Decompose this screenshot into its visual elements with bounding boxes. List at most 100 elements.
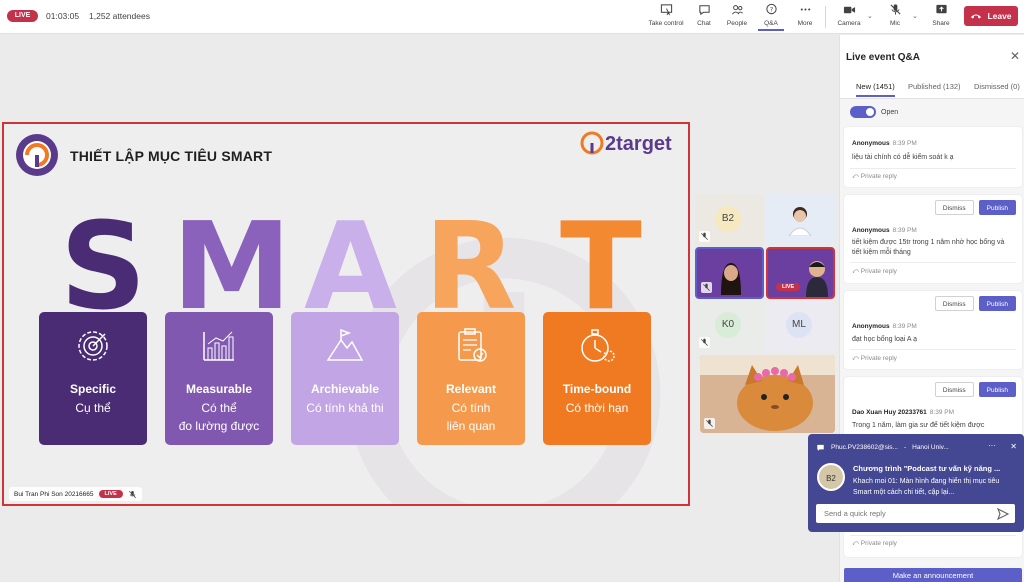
- participant-tile[interactable]: [700, 355, 835, 433]
- participant-tile[interactable]: K0: [695, 300, 764, 352]
- question-card: Dismiss Publish Anonymous 8:39 PM đạt học…: [844, 291, 1022, 369]
- dismiss-button[interactable]: Dismiss: [934, 296, 974, 311]
- qa-button[interactable]: ? Q&A: [758, 3, 784, 31]
- participant-tile[interactable]: ML: [766, 300, 835, 352]
- avatar: B2: [715, 206, 741, 232]
- publish-button[interactable]: Publish: [978, 200, 1016, 215]
- question-card: Anonymous 8:39 PM liệu tài chính có dễ ki…: [844, 127, 1022, 187]
- slide-title: THIẾT LẬP MỤC TIÊU SMART: [70, 148, 273, 164]
- phone-hangup-icon: [971, 14, 982, 19]
- toast-title: Chương trình "Podcast tư vấn kỹ năng ...: [853, 464, 1001, 473]
- shared-slide: THIẾT LẬP MỤC TIÊU SMART 2target S M A R…: [2, 122, 690, 506]
- share-button[interactable]: Share: [929, 3, 953, 31]
- tab-new[interactable]: New (1451): [856, 82, 895, 97]
- share-icon: [929, 3, 953, 18]
- mic-off-icon: [699, 337, 710, 348]
- quick-reply-input[interactable]: [816, 504, 1015, 523]
- question-card: Dismiss Publish Anonymous 8:39 PM tiết ki…: [844, 195, 1022, 283]
- people-button[interactable]: People: [725, 3, 749, 31]
- private-reply-link[interactable]: ⤺ Private reply: [852, 540, 897, 548]
- teams-chat-icon: [817, 444, 824, 451]
- dismiss-button[interactable]: Dismiss: [934, 200, 974, 215]
- mic-off-icon: [884, 3, 906, 18]
- toast-header: Phuc.PV238602@sis... - Hanoi Univ...: [816, 443, 949, 452]
- smart-card-relevant: Relevant Có tính liên quan: [417, 312, 525, 445]
- dismiss-button[interactable]: Dismiss: [934, 382, 974, 397]
- avatar: K0: [715, 312, 741, 338]
- letter-t: T: [560, 198, 642, 337]
- smart-card-specific: Specific Cụ thể: [39, 312, 147, 445]
- qa-title: Live event Q&A: [846, 52, 920, 63]
- presenter-name-tag: Bui Tran Phi Son 20216665 LIVE: [9, 487, 142, 501]
- publish-button[interactable]: Publish: [978, 382, 1016, 397]
- close-icon[interactable]: ✕: [1010, 49, 1020, 63]
- qa-tabs: New (1451) Published (132) Dismissed (0): [840, 77, 1024, 99]
- private-reply-link[interactable]: ⤺ Private reply: [852, 355, 897, 363]
- private-reply-link[interactable]: ⤺ Private reply: [852, 173, 897, 181]
- tab-dismissed[interactable]: Dismissed (0): [974, 82, 1020, 91]
- more-button[interactable]: More: [793, 3, 817, 31]
- qa-open-toggle-row: Open: [850, 106, 898, 118]
- send-icon[interactable]: [996, 507, 1010, 521]
- camera-button[interactable]: Camera: [835, 3, 863, 31]
- live-badge: LIVE: [7, 10, 38, 22]
- close-icon[interactable]: ✕: [1010, 442, 1017, 451]
- make-announcement-button[interactable]: Make an announcement: [844, 568, 1022, 582]
- mic-off-icon: [128, 490, 136, 498]
- avatar: ML: [786, 312, 812, 338]
- 2target-brand-logo: 2target: [580, 131, 672, 155]
- toast-location: Hanoi Univ...: [912, 444, 949, 451]
- mic-off-icon: [704, 418, 715, 429]
- letter-m: M: [172, 198, 292, 337]
- camera-icon: [835, 3, 863, 18]
- participant-tile[interactable]: [695, 247, 764, 299]
- more-icon: [793, 3, 817, 18]
- avatar: B2: [817, 463, 845, 491]
- mic-off-icon: [699, 231, 710, 242]
- presenter-name: Bui Tran Phi Son 20216665: [14, 490, 94, 498]
- cat-camera-image: [700, 355, 835, 433]
- people-icon: [725, 3, 749, 18]
- leave-button[interactable]: Leave: [964, 6, 1018, 26]
- mic-off-icon: [701, 282, 712, 293]
- letter-a: A: [304, 198, 397, 337]
- question-author: Anonymous 8:39 PM: [852, 323, 917, 330]
- tab-published[interactable]: Published (132): [908, 82, 961, 91]
- private-reply-link[interactable]: ⤺ Private reply: [852, 268, 897, 276]
- camera-options-chevron-icon[interactable]: ⌄: [867, 12, 873, 20]
- question-author: Dao Xuan Huy 20233761 8:39 PM: [852, 409, 955, 416]
- participant-tile[interactable]: LIVE: [766, 247, 835, 299]
- participant-photo: [788, 207, 812, 236]
- smart-card-archievable: Archievable Có tính khả thi: [291, 312, 399, 445]
- meeting-timer: 01:03:05: [46, 11, 80, 21]
- qa-header: Live event Q&A ✕: [840, 35, 1024, 77]
- toast-sender: Phuc.PV238602@sis...: [831, 444, 898, 451]
- take-control-button[interactable]: Take control: [648, 3, 684, 31]
- question-text: Trong 1 năm, làm gia sư để tiết kiệm đượ…: [852, 422, 985, 429]
- smart-card-time-bound: Time-bound Có thời hạn: [543, 312, 651, 445]
- question-text: đạt học bổng loại A ạ: [852, 336, 917, 343]
- question-author: Anonymous 8:39 PM: [852, 227, 917, 234]
- chat-notification-toast[interactable]: Phuc.PV238602@sis... - Hanoi Univ... ···…: [808, 434, 1024, 532]
- clipboard-check-icon: [458, 328, 487, 362]
- live-badge: LIVE: [776, 283, 801, 291]
- participant-photo: [806, 261, 828, 297]
- publish-button[interactable]: Publish: [978, 296, 1016, 311]
- 2target-logo-icon: [16, 134, 58, 176]
- qa-icon: ?: [758, 3, 784, 18]
- mic-button[interactable]: Mic: [884, 3, 906, 31]
- chat-button[interactable]: Chat: [693, 3, 715, 31]
- presenter-live-badge: LIVE: [98, 490, 123, 498]
- smart-card-measurable: Measurable Có thể đo lường được: [165, 312, 273, 445]
- toolbar-divider: [825, 6, 826, 28]
- participant-tile[interactable]: [766, 194, 835, 246]
- bar-chart-icon: [203, 331, 234, 361]
- mic-options-chevron-icon[interactable]: ⌄: [912, 12, 918, 20]
- qa-open-toggle[interactable]: [850, 106, 876, 118]
- svg-text:?: ?: [769, 5, 772, 13]
- question-text: liệu tài chính có dễ kiểm soát k ạ: [852, 154, 954, 161]
- question-text: tiết kiệm được 15tr trong 1 năm nhờ học …: [852, 239, 1005, 256]
- participant-tile[interactable]: B2: [695, 194, 764, 246]
- more-options-icon[interactable]: ···: [988, 441, 996, 450]
- mountain-flag-icon: [326, 328, 364, 361]
